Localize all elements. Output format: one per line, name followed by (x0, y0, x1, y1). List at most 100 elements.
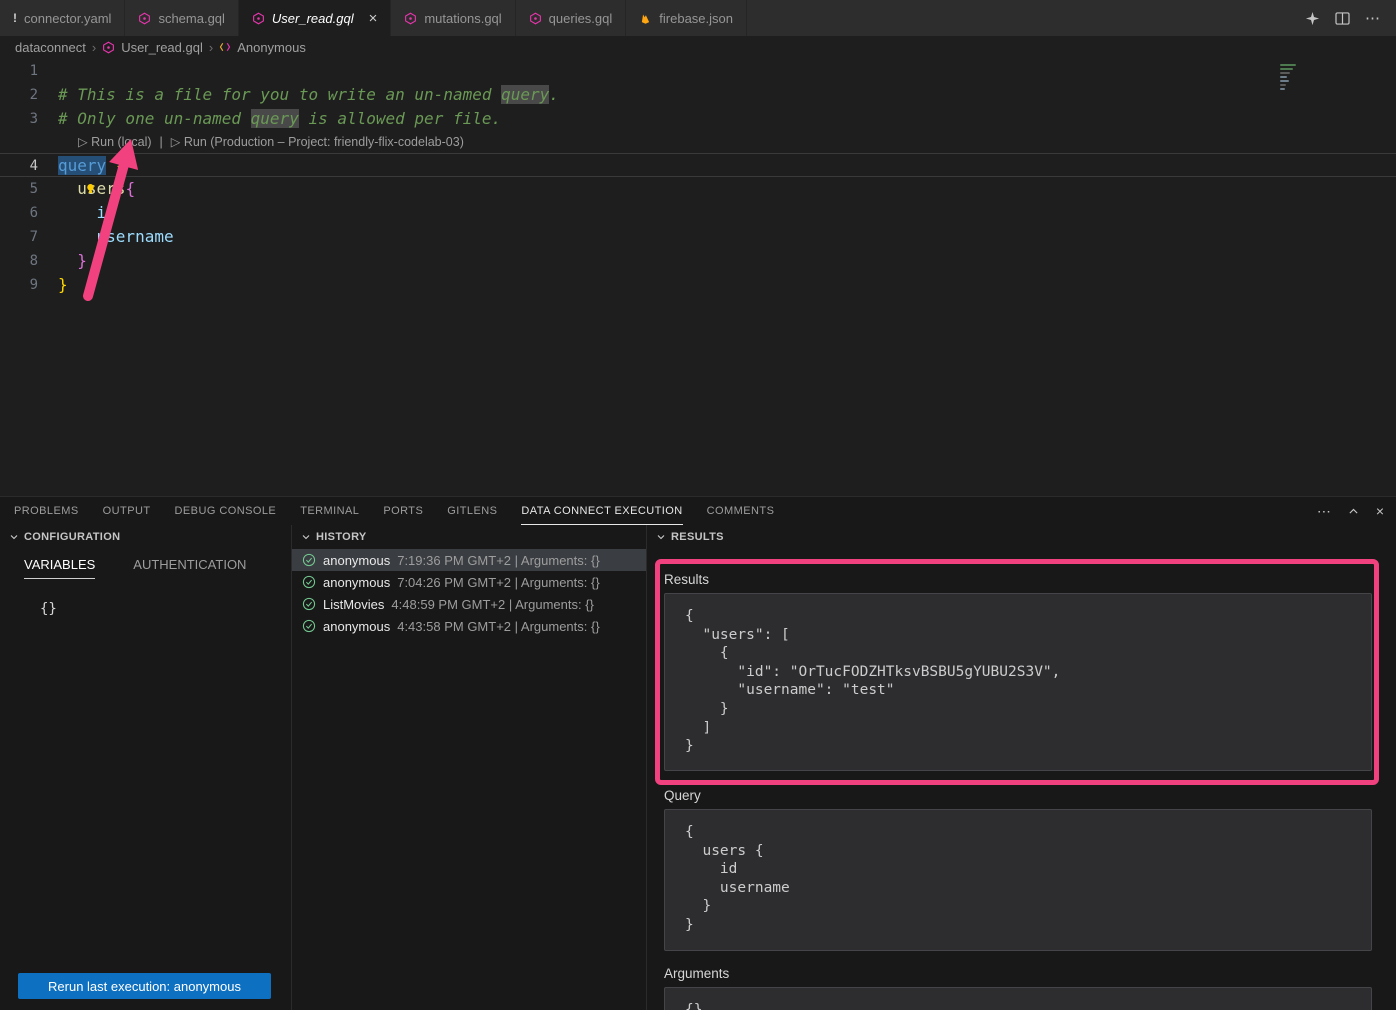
panel-tab-problems[interactable]: PROBLEMS (14, 497, 79, 525)
minimap-line (1280, 76, 1287, 78)
tab-queries-gql[interactable]: queries.gql (516, 0, 627, 36)
line-number: 1 (0, 59, 58, 83)
breadcrumb-separator-icon: › (209, 40, 213, 55)
code-line[interactable]: 8 } (0, 249, 1396, 273)
panel-body: CONFIGURATION VARIABLES AUTHENTICATION {}… (0, 525, 1396, 1010)
panel-maximize-icon[interactable] (1347, 505, 1360, 518)
config-tab-variables[interactable]: VARIABLES (24, 552, 95, 579)
breadcrumb-separator-icon: › (92, 40, 96, 55)
query-text: { users { id username } } (664, 809, 1372, 951)
history-item[interactable]: anonymous7:19:36 PM GMT+2 | Arguments: {… (292, 549, 646, 571)
code-token (58, 203, 97, 222)
code-content: users{ (58, 177, 1396, 201)
code-content: username (58, 225, 1396, 249)
code-token: query (251, 109, 299, 128)
variables-value[interactable]: {} (0, 581, 291, 617)
query-label: Query (664, 788, 1372, 803)
panel-more-icon[interactable]: ⋯ (1317, 503, 1331, 520)
tab-connector-yaml[interactable]: !connector.yaml (0, 0, 125, 36)
history-item-meta: 4:43:58 PM GMT+2 | Arguments: {} (397, 619, 599, 634)
close-icon[interactable]: × (369, 11, 378, 26)
breadcrumb-item[interactable]: Anonymous (237, 40, 306, 55)
firebase-icon (639, 12, 652, 25)
code-line[interactable]: 3# Only one un-named query is allowed pe… (0, 107, 1396, 131)
code-token: } (58, 275, 68, 294)
run-production-link[interactable]: ▷ Run (Production – Project: friendly-fl… (171, 131, 464, 153)
editor[interactable]: 12# This is a file for you to write an u… (0, 58, 1396, 496)
history-header[interactable]: HISTORY (292, 525, 646, 549)
code-token (58, 251, 77, 270)
panel-tab-ports[interactable]: PORTS (383, 497, 423, 525)
code-token: query (58, 156, 106, 175)
panel-tab-terminal[interactable]: TERMINAL (300, 497, 359, 525)
results-header[interactable]: RESULTS (647, 525, 1396, 549)
panel-tab-output[interactable]: OUTPUT (103, 497, 151, 525)
tab-label: connector.yaml (24, 11, 111, 26)
check-icon (302, 597, 316, 611)
tab-mutations-gql[interactable]: mutations.gql (391, 0, 515, 36)
panel-tab-gitlens[interactable]: GITLENS (447, 497, 497, 525)
tab-label: queries.gql (549, 11, 613, 26)
code-content: } (58, 273, 1396, 297)
rerun-button[interactable]: Rerun last execution: anonymous (18, 973, 271, 999)
history-item[interactable]: anonymous 4:43:58 PM GMT+2 | Arguments: {… (292, 615, 646, 637)
history-item-name: anonymous (323, 619, 390, 634)
tab-bar-tabs: !connector.yaml schema.gql User_read.gql× m… (0, 0, 747, 36)
history-section: HISTORY anonymous 7:19:36 PM GMT+2 | Argu… (292, 525, 647, 1010)
code-content: id (58, 201, 1396, 225)
line-number: 6 (0, 201, 58, 225)
history-item-meta: 7:19:36 PM GMT+2 | Arguments: {} (397, 553, 599, 568)
code-token: { (116, 156, 126, 175)
tab-schema-gql[interactable]: schema.gql (125, 0, 238, 36)
tab-firebase-json[interactable]: firebase.json (626, 0, 747, 36)
panel-tab-comments[interactable]: COMMENTS (707, 497, 775, 525)
breadcrumb-item[interactable]: dataconnect (15, 40, 86, 55)
code-token: id (97, 203, 116, 222)
panel-close-icon[interactable]: × (1376, 503, 1384, 519)
editor-more-icon[interactable]: ⋯ (1365, 9, 1380, 27)
line-number: 8 (0, 249, 58, 273)
tab-label: schema.gql (158, 11, 224, 26)
code-line[interactable]: 6 id (0, 201, 1396, 225)
config-tab-authentication[interactable]: AUTHENTICATION (133, 552, 246, 579)
run-local-link[interactable]: ▷ Run (local) (78, 131, 152, 153)
lightbulb-icon[interactable] (84, 182, 97, 195)
line-number: 3 (0, 107, 58, 131)
vscode-window: !connector.yamlschema.gqlUser_read.gql×m… (0, 0, 1396, 1010)
code-token: query (501, 85, 549, 104)
breadcrumb-item[interactable]: User_read.gql (121, 40, 203, 55)
chevron-down-icon (655, 531, 667, 543)
arguments-label: Arguments (664, 966, 1372, 981)
panel-tab-data-connect-execution[interactable]: DATA CONNECT EXECUTION (521, 497, 682, 525)
copilot-sparkle-icon[interactable] (1305, 11, 1320, 26)
code-line[interactable]: 7 username (0, 225, 1396, 249)
history-item[interactable]: anonymous7:04:26 PM GMT+2 | Arguments: {… (292, 571, 646, 593)
tab-label: mutations.gql (424, 11, 501, 26)
history-list: anonymous 7:19:36 PM GMT+2 | Arguments: {… (292, 549, 646, 637)
code-lens-separator: | (160, 131, 163, 153)
code-line[interactable]: 9} (0, 273, 1396, 297)
code-line[interactable]: 5 users{ (0, 177, 1396, 201)
graphql-icon (102, 41, 115, 54)
panel-tab-debug-console[interactable]: DEBUG CONSOLE (175, 497, 277, 525)
line-number: 4 (0, 154, 58, 176)
graphql-icon (252, 12, 265, 25)
history-item[interactable]: ListMovies4:48:59 PM GMT+2 | Arguments: … (292, 593, 646, 615)
chevron-down-icon (8, 531, 20, 543)
code-content: query { (58, 154, 1396, 176)
configuration-header[interactable]: CONFIGURATION (0, 525, 291, 549)
code-token: { (125, 179, 135, 198)
minimap-line (1280, 64, 1296, 66)
graphql-icon (404, 12, 417, 25)
chevron-down-icon (300, 531, 312, 543)
tab-user-read-gql[interactable]: User_read.gql× (239, 0, 391, 36)
code-line[interactable]: 4query { (0, 153, 1396, 177)
minimap[interactable] (1280, 64, 1300, 92)
code-token: } (77, 251, 87, 270)
code-token: # Only one un-named (58, 109, 251, 128)
code-content (58, 59, 1396, 83)
split-editor-icon[interactable] (1335, 12, 1350, 25)
code-line[interactable]: 2# This is a file for you to write an un… (0, 83, 1396, 107)
code-line[interactable]: 1 (0, 59, 1396, 83)
code-token (58, 179, 77, 198)
